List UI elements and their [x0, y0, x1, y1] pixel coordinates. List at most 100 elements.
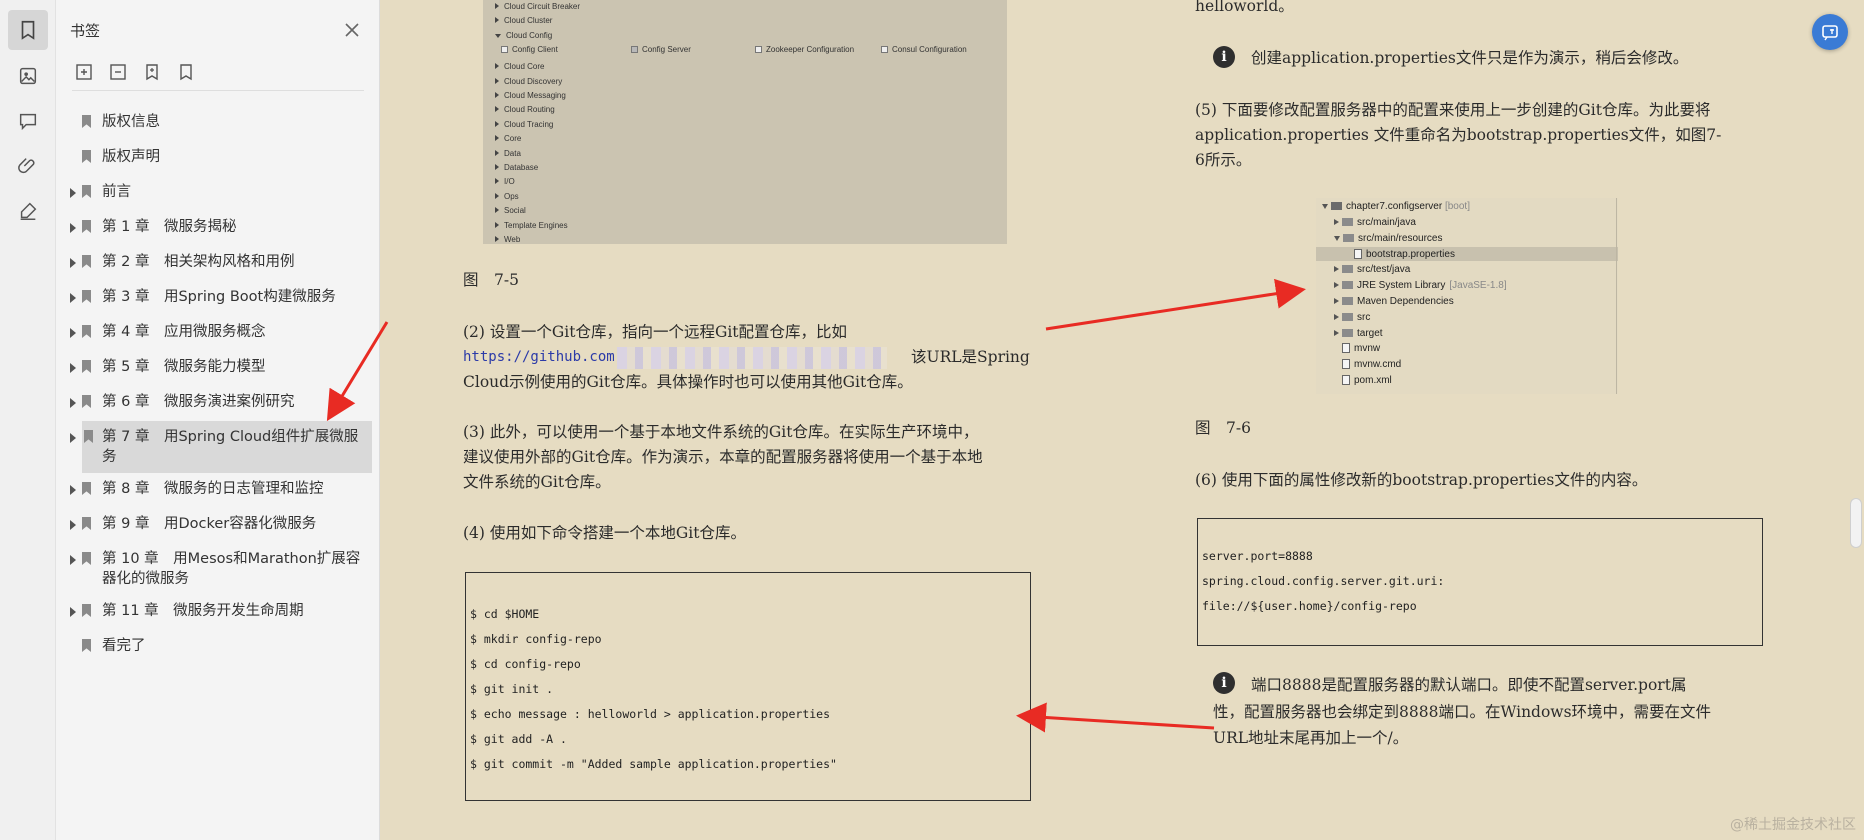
- settings-tree-item[interactable]: Cloud Routing: [495, 105, 555, 114]
- project-tree-node[interactable]: mvnw.cmd: [1342, 359, 1401, 370]
- close-icon[interactable]: [342, 20, 362, 40]
- collapse-all-icon[interactable]: [108, 62, 128, 82]
- signature-rail-button[interactable]: [8, 191, 48, 231]
- settings-tree-item[interactable]: Cloud Circuit Breaker: [495, 2, 580, 11]
- repo-link[interactable]: https://github.com: [463, 345, 615, 370]
- tree-toggle-icon[interactable]: [495, 3, 499, 9]
- tree-toggle-icon[interactable]: [495, 17, 499, 24]
- image-rail-button[interactable]: [8, 56, 48, 96]
- project-tree-node[interactable]: mvnw: [1342, 343, 1380, 354]
- expand-arrow-icon[interactable]: [70, 485, 76, 495]
- project-tree-node[interactable]: JRE System Library [JavaSE-1.8]: [1334, 280, 1507, 291]
- settings-tree-item[interactable]: Data: [495, 149, 521, 158]
- bookmark-rail-button[interactable]: [8, 10, 48, 50]
- settings-tree-item[interactable]: Cloud Discovery: [495, 77, 562, 86]
- expand-arrow-icon[interactable]: [70, 520, 76, 530]
- tree-toggle-icon[interactable]: [495, 192, 499, 199]
- settings-tree-item[interactable]: Cloud Config: [495, 31, 552, 40]
- expand-arrow-icon[interactable]: [70, 607, 76, 617]
- dependency-checkbox[interactable]: Zookeeper Configuration: [755, 45, 854, 54]
- expand-arrow-icon[interactable]: [70, 223, 76, 233]
- settings-tree-item[interactable]: Template Engines: [495, 221, 568, 230]
- tree-toggle-icon[interactable]: [1334, 298, 1339, 304]
- tree-toggle-icon[interactable]: [1334, 282, 1339, 289]
- expand-arrow-icon[interactable]: [70, 555, 76, 565]
- bookmark-item[interactable]: 版权声明: [56, 141, 380, 176]
- tree-toggle-icon[interactable]: [495, 236, 499, 242]
- floating-assistant-button[interactable]: [1812, 14, 1848, 50]
- tree-toggle-icon[interactable]: [495, 77, 499, 84]
- bookmark-item[interactable]: 第 4 章 应用微服务概念: [56, 316, 380, 351]
- tree-toggle-icon[interactable]: [495, 178, 499, 185]
- tree-toggle-icon[interactable]: [495, 92, 499, 98]
- bookmark-item[interactable]: 前言: [56, 176, 380, 211]
- add-bookmark-icon[interactable]: [142, 62, 162, 82]
- expand-arrow-icon[interactable]: [70, 188, 76, 198]
- expand-arrow-icon[interactable]: [70, 293, 76, 303]
- document-view[interactable]: Cloud Circuit Breaker Cloud Cluster Cloud …: [381, 0, 1864, 840]
- settings-tree-item[interactable]: Social: [495, 206, 526, 215]
- bookmark-item[interactable]: 第 10 章 用Mesos和Marathon扩展容器化的微服务: [56, 543, 380, 595]
- bookmark-item[interactable]: 第 9 章 用Docker容器化微服务: [56, 508, 380, 543]
- bookmark-item[interactable]: 看完了: [56, 630, 380, 665]
- bookmark-item[interactable]: 第 8 章 微服务的日志管理和监控: [56, 473, 380, 508]
- settings-tree-item[interactable]: Cloud Tracing: [495, 120, 553, 129]
- bookmark-item[interactable]: 第 1 章 微服务揭秘: [56, 211, 380, 246]
- bookmark-item[interactable]: 第 3 章 用Spring Boot构建微服务: [56, 281, 380, 316]
- tree-toggle-icon[interactable]: [495, 63, 499, 70]
- dependency-checkbox[interactable]: Consul Configuration: [881, 45, 967, 54]
- settings-tree-item[interactable]: Ops: [495, 192, 519, 201]
- tree-toggle-icon[interactable]: [495, 207, 499, 214]
- project-tree-node[interactable]: target: [1334, 328, 1383, 339]
- tree-toggle-icon[interactable]: [1334, 219, 1339, 225]
- remove-bookmark-icon[interactable]: [176, 62, 196, 82]
- checkbox-icon[interactable]: [501, 46, 508, 54]
- expand-arrow-icon[interactable]: [70, 433, 76, 443]
- tree-toggle-icon[interactable]: [495, 149, 499, 156]
- tree-toggle-icon[interactable]: [1334, 235, 1340, 241]
- project-tree-node[interactable]: src/main/java: [1334, 217, 1416, 228]
- tree-toggle-icon[interactable]: [495, 164, 499, 170]
- tree-toggle-icon[interactable]: [1334, 266, 1339, 273]
- scrollbar-thumb[interactable]: [1850, 498, 1862, 548]
- expand-all-icon[interactable]: [74, 62, 94, 82]
- tree-toggle-icon[interactable]: [495, 221, 499, 228]
- settings-tree-item[interactable]: Cloud Cluster: [495, 16, 552, 25]
- comment-rail-button[interactable]: [8, 101, 48, 141]
- tree-toggle-icon[interactable]: [1334, 313, 1339, 320]
- bookmark-item[interactable]: 第 6 章 微服务演进案例研究: [56, 386, 380, 421]
- bookmark-item[interactable]: 第 11 章 微服务开发生命周期: [56, 595, 380, 630]
- checkbox-icon[interactable]: [755, 46, 762, 54]
- settings-tree-item[interactable]: Cloud Core: [495, 62, 544, 71]
- tree-toggle-icon[interactable]: [495, 33, 501, 38]
- dependency-checkbox[interactable]: Config Client: [501, 45, 558, 54]
- expand-arrow-icon[interactable]: [70, 328, 76, 338]
- tree-toggle-icon[interactable]: [495, 120, 499, 127]
- tree-toggle-icon[interactable]: [1334, 329, 1339, 336]
- bookmark-item[interactable]: 版权信息: [56, 106, 380, 141]
- checkbox-icon[interactable]: [881, 46, 888, 54]
- project-tree-node[interactable]: src/test/java: [1334, 264, 1410, 275]
- bookmark-item[interactable]: 第 7 章 用Spring Cloud组件扩展微服务: [70, 421, 372, 473]
- project-tree-node[interactable]: src/main/resources: [1334, 233, 1442, 244]
- tree-toggle-icon[interactable]: [495, 106, 499, 113]
- settings-tree-item[interactable]: Core: [495, 134, 521, 143]
- dependency-checkbox[interactable]: Config Server: [631, 45, 691, 54]
- settings-tree-item[interactable]: I/O: [495, 177, 515, 186]
- project-tree-node[interactable]: bootstrap.properties: [1354, 248, 1455, 260]
- tree-toggle-icon[interactable]: [495, 135, 499, 142]
- expand-arrow-icon[interactable]: [70, 258, 76, 268]
- bookmark-item[interactable]: 第 2 章 相关架构风格和用例: [56, 246, 380, 281]
- checkbox-icon[interactable]: [631, 46, 638, 54]
- attachment-rail-button[interactable]: [8, 146, 48, 186]
- bookmark-item[interactable]: 第 5 章 微服务能力模型: [56, 351, 380, 386]
- settings-tree-item[interactable]: Cloud Messaging: [495, 91, 566, 100]
- project-tree-node[interactable]: pom.xml: [1342, 375, 1392, 386]
- project-tree-node[interactable]: Maven Dependencies: [1334, 296, 1454, 307]
- project-tree-node[interactable]: src: [1334, 312, 1370, 323]
- expand-arrow-icon[interactable]: [70, 398, 76, 408]
- settings-tree-item[interactable]: Web: [495, 235, 520, 244]
- settings-tree-item[interactable]: Database: [495, 163, 538, 172]
- vertical-scrollbar[interactable]: [1848, 0, 1864, 840]
- expand-arrow-icon[interactable]: [70, 363, 76, 373]
